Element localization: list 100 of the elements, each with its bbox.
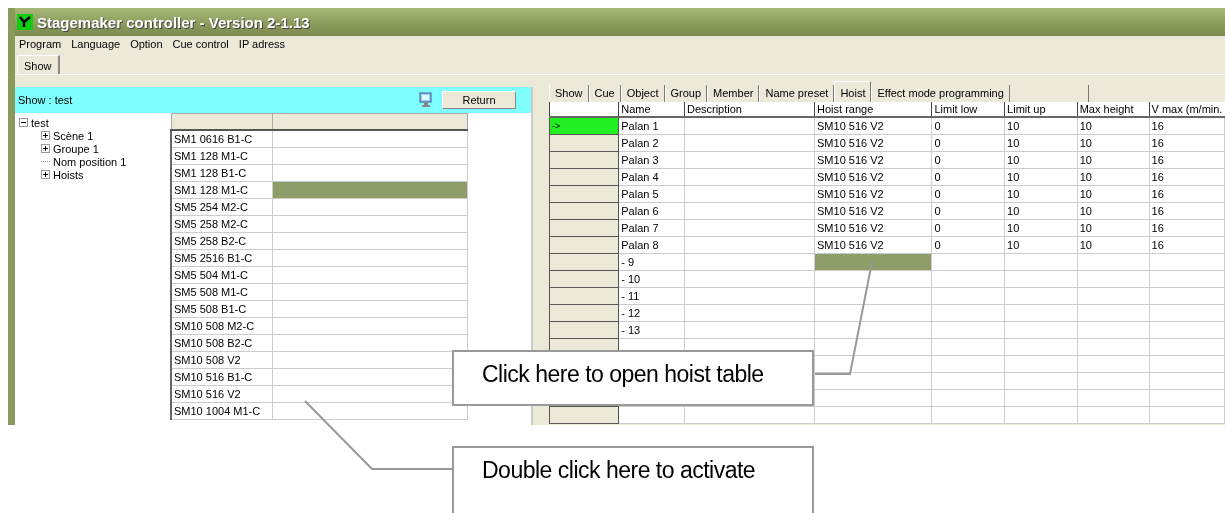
table-cell: 0 xyxy=(931,202,1005,220)
table-cell: - 11 xyxy=(618,287,685,305)
table-cell: SM5 254 M2-C xyxy=(171,198,273,216)
table-cell: 10 xyxy=(1004,117,1078,135)
table-cell: 16 xyxy=(1149,185,1225,203)
tree-item[interactable]: Scène 1 xyxy=(53,129,94,142)
table-cell: 10 xyxy=(1077,202,1150,220)
table-cell: 10 xyxy=(1004,219,1078,237)
tab[interactable]: Name preset xyxy=(759,85,835,102)
table-cell[interactable]: SM10 516 V2 xyxy=(814,168,932,186)
table-cell: SM10 1004 M1-C xyxy=(171,402,273,420)
table-cell: 16 xyxy=(1149,117,1225,135)
table-cell: SM10 508 M2-C xyxy=(171,317,273,335)
table-cell: 0 xyxy=(931,168,1005,186)
table-cell: - 9 xyxy=(618,253,685,271)
table-cell: SM5 258 M2-C xyxy=(171,215,273,233)
table-cell: 16 xyxy=(1149,219,1225,237)
menu-item[interactable]: Program xyxy=(19,38,62,52)
table-cell: 0 xyxy=(931,134,1005,152)
menu-item[interactable]: Option xyxy=(130,38,163,52)
table-cell: 0 xyxy=(931,236,1005,254)
tree-item[interactable]: Hoists xyxy=(53,168,84,181)
window-title: Stagemaker controller - Version 2-1.13 xyxy=(37,13,310,31)
annotation-tooltip: Double click here to activate xyxy=(452,446,814,513)
table-cell: SM5 258 B2-C xyxy=(171,232,273,250)
table-cell[interactable]: SM10 516 V2 xyxy=(814,202,932,220)
table-cell: Palan 1 xyxy=(618,117,685,135)
table-cell: SM1 128 M1-C xyxy=(171,181,273,199)
table-cell: 16 xyxy=(1149,168,1225,186)
tab[interactable]: Group xyxy=(664,85,708,102)
table-cell: SM5 508 B1-C xyxy=(171,300,273,318)
table-cell: Palan 2 xyxy=(618,134,685,152)
table-cell: SM10 516 B1-C xyxy=(171,368,273,386)
return-button[interactable]: Return xyxy=(442,91,516,109)
table-cell: - 12 xyxy=(618,304,685,322)
table-cell: SM5 2516 B1-C xyxy=(171,249,273,267)
table-cell: 0 xyxy=(931,117,1005,135)
menu-item[interactable]: IP adress xyxy=(238,38,286,52)
table-cell[interactable]: SM10 516 V2 xyxy=(814,236,932,254)
table-cell: Palan 5 xyxy=(618,185,685,203)
tree-item[interactable]: Nom position 1 xyxy=(53,155,127,168)
table-cell: 10 xyxy=(1077,134,1150,152)
table-cell: SM5 508 M1-C xyxy=(171,283,273,301)
table-cell: SM1 0616 B1-C xyxy=(171,130,273,148)
table-cell: SM10 508 V2 xyxy=(171,351,273,369)
table-cell: 10 xyxy=(1004,168,1078,186)
column-header: Hoist range xyxy=(814,102,932,117)
table-cell: - 10 xyxy=(618,270,685,288)
column-header: Limit up xyxy=(1004,102,1078,117)
tree-item[interactable]: Groupe 1 xyxy=(53,142,99,155)
table-cell: 10 xyxy=(1004,202,1078,220)
table-cell: 10 xyxy=(1077,117,1150,135)
table-cell: SM1 128 M1-C xyxy=(171,147,273,165)
table-cell[interactable]: SM10 516 V2 xyxy=(814,185,932,203)
table-cell[interactable]: SM10 516 V2 xyxy=(814,219,932,237)
table-cell: SM10 516 V2 xyxy=(171,385,273,403)
menu-item[interactable]: Cue control xyxy=(172,38,229,52)
table-cell: 10 xyxy=(1077,236,1150,254)
table-cell: 16 xyxy=(1149,236,1225,254)
table-cell: 0 xyxy=(931,185,1005,203)
table-cell: 16 xyxy=(1149,151,1225,169)
table-cell: 10 xyxy=(1077,168,1150,186)
tab[interactable]: Member xyxy=(707,85,760,102)
table-cell[interactable]: SM10 516 V2 xyxy=(814,134,932,152)
table-cell: 10 xyxy=(1004,151,1078,169)
tab[interactable]: Object xyxy=(620,85,665,102)
table-cell: 10 xyxy=(1077,185,1150,203)
column-header: Max height xyxy=(1077,102,1150,117)
table-cell: 10 xyxy=(1077,151,1150,169)
table-cell: 10 xyxy=(1004,236,1078,254)
column-header: Description xyxy=(684,102,815,117)
table-cell[interactable]: SM10 516 V2 xyxy=(814,117,932,135)
column-header: Name xyxy=(618,102,685,117)
table-cell: 16 xyxy=(1149,134,1225,152)
table-cell: 10 xyxy=(1077,219,1150,237)
table-cell: Palan 6 xyxy=(618,202,685,220)
tab[interactable]: Show xyxy=(549,85,589,102)
tab[interactable]: Hoist xyxy=(834,81,872,102)
table-cell: SM5 504 M1-C xyxy=(171,266,273,284)
table-cell: SM1 128 B1-C xyxy=(171,164,273,182)
table-cell: SM10 508 B2-C xyxy=(171,334,273,352)
tab[interactable]: Cue xyxy=(588,85,621,102)
table-cell: Palan 8 xyxy=(618,236,685,254)
table-cell: Palan 7 xyxy=(618,219,685,237)
table-cell: 0 xyxy=(931,151,1005,169)
annotation-tooltip: Click here to open hoist table xyxy=(452,350,814,406)
tab[interactable]: Effect mode programming xyxy=(871,85,1010,102)
table-cell: 0 xyxy=(931,219,1005,237)
table-cell: 10 xyxy=(1004,185,1078,203)
tree-item[interactable]: test xyxy=(31,116,49,129)
panel-title: Show : test xyxy=(18,94,74,106)
table-cell: Palan 3 xyxy=(618,151,685,169)
table-cell: Palan 4 xyxy=(618,168,685,186)
table-cell[interactable]: SM10 516 V2 xyxy=(814,151,932,169)
column-header: Limit low xyxy=(931,102,1005,117)
table-cell: - 13 xyxy=(618,321,685,339)
table-cell: 10 xyxy=(1004,134,1078,152)
column-header: V max (m/min. xyxy=(1149,102,1225,117)
menu-item[interactable]: Language xyxy=(71,38,121,52)
tab[interactable]: Show xyxy=(17,55,60,74)
